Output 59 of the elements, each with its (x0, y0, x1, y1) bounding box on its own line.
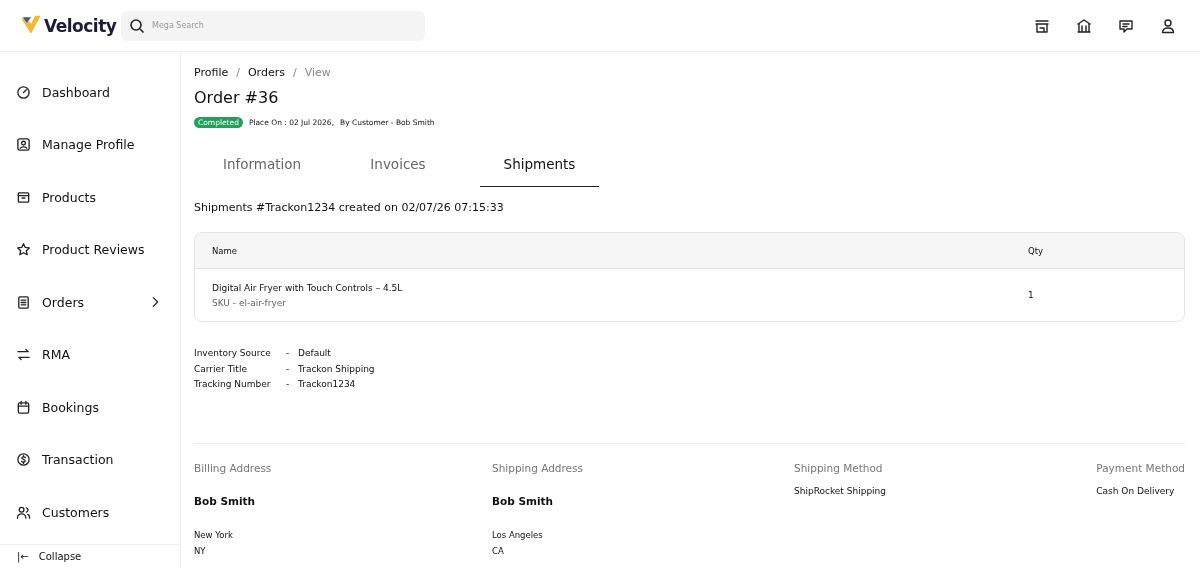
store-icon[interactable] (1034, 17, 1050, 34)
address-name: Bob Smith (194, 494, 256, 507)
user-icon[interactable] (1160, 17, 1176, 34)
shipment-heading: Shipments #Trackon1234 created on 02/07/26 07:15:33 (194, 201, 505, 214)
tab[interactable]: Shipments (480, 146, 599, 187)
detail-separator: - (286, 347, 291, 360)
product-name: Digital Air Fryer with Touch Controls – 4.5L (212, 282, 404, 293)
swap-icon (16, 347, 31, 363)
sidebar-item[interactable]: Dashboard (0, 66, 180, 119)
detail-value: Trackon Shipping (298, 362, 375, 376)
address-name: Bob Smith (492, 494, 554, 507)
tab[interactable]: Invoices (330, 146, 466, 187)
breadcrumb-separator: / (236, 66, 240, 79)
profile-card-icon (16, 137, 31, 153)
product-sku: SKU - el-air-fryer (212, 297, 288, 308)
detail-label: Inventory Source (194, 347, 272, 360)
breadcrumb-link[interactable]: Orders (247, 66, 285, 79)
method-value: ShipRocket Shipping (794, 485, 887, 496)
address-line: CA (492, 544, 505, 558)
sidebar-item[interactable]: Orders (0, 276, 180, 329)
section-heading: Shipping Address (492, 461, 584, 474)
column-header: Qty (1028, 245, 1045, 256)
list-icon (16, 294, 31, 310)
address-line: Los Angeles (492, 528, 544, 542)
sidebar-item[interactable]: Transaction (0, 433, 180, 486)
detail-value: Default (298, 347, 332, 360)
section-heading: Billing Address (194, 461, 273, 474)
search-field[interactable]: Mega Search (121, 10, 425, 41)
sidebar-item[interactable]: Bookings (0, 381, 180, 434)
section-heading: Shipping Method (794, 461, 884, 474)
column-header: Name (212, 245, 239, 256)
box-icon (16, 189, 31, 205)
sidebar-item[interactable]: Products (0, 171, 180, 224)
method-value: Cash On Delivery (1096, 485, 1176, 496)
tab[interactable]: Information (194, 146, 330, 187)
detail-value: Trackon1234 (298, 378, 357, 391)
sidebar-item[interactable]: Customers (0, 486, 180, 539)
detail-label: Carrier Title (194, 362, 248, 376)
table-cell-text: 1 (1028, 290, 1035, 300)
address-line: New York (194, 528, 234, 542)
breadcrumb-separator: / (292, 66, 297, 79)
detail-separator: - (286, 378, 291, 391)
sidebar-item[interactable]: Manage Profile (0, 118, 180, 171)
section-heading: Payment Method (1096, 461, 1185, 474)
calendar-icon (16, 399, 31, 415)
brand-name: Velocity (44, 15, 117, 36)
bank-icon[interactable] (1076, 17, 1092, 34)
sidebar-item[interactable]: RMA (0, 328, 180, 381)
dollar-coin-icon (16, 452, 31, 468)
gauge-icon (16, 84, 31, 100)
detail-separator: - (286, 362, 291, 376)
address-line: NY (194, 544, 207, 558)
chat-icon[interactable] (1118, 17, 1134, 34)
breadcrumb-link[interactable]: Profile (194, 66, 229, 79)
detail-label: Tracking Number (194, 378, 272, 391)
order-title: Order #36 (194, 88, 280, 107)
users-icon (16, 504, 31, 520)
star-icon (16, 242, 31, 258)
sidebar-item[interactable]: Product Reviews (0, 223, 180, 276)
